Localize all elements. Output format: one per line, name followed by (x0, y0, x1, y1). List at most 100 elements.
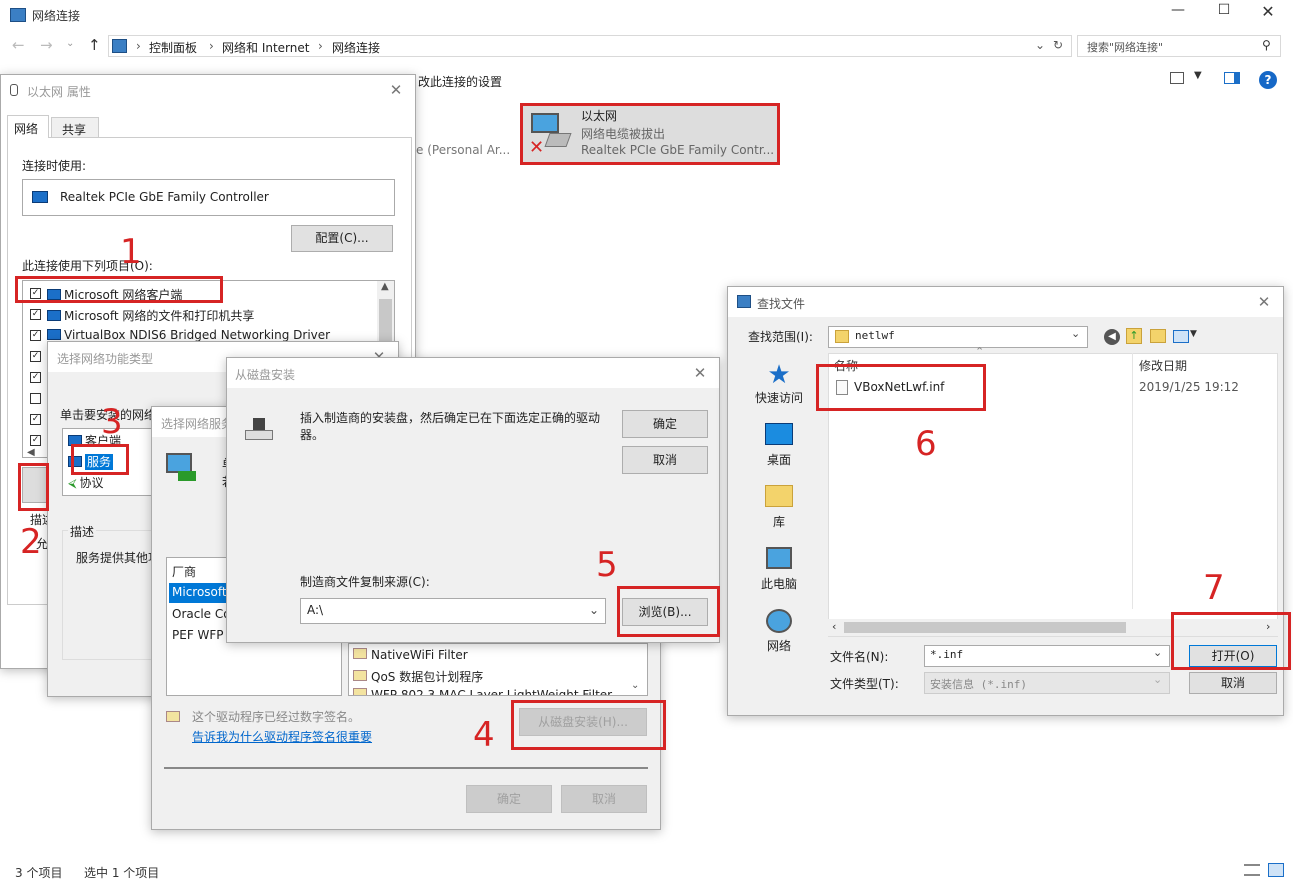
back-icon[interactable]: ◀ (1104, 329, 1120, 345)
view-menu-arrow-icon[interactable]: ▼ (1190, 329, 1197, 339)
scroll-down-icon[interactable]: ⌄ (631, 680, 639, 691)
breadcrumb-network-connections[interactable]: 网络连接 (332, 39, 380, 56)
window-title: 网络连接 (32, 9, 81, 23)
highlight-box-step3 (71, 444, 129, 475)
network-globe-icon (766, 609, 792, 633)
scroll-left-icon[interactable]: ◀ (27, 447, 35, 458)
look-in-value: netlwf (855, 329, 895, 342)
step-number-7: 7 (1203, 568, 1225, 608)
service-item-icon (353, 670, 367, 681)
up-folder-icon[interactable]: ↑ (1126, 328, 1142, 344)
checkbox[interactable]: ✓ (30, 414, 41, 425)
cancel-button[interactable]: 取消 (561, 785, 647, 813)
close-button[interactable]: ✕ (1251, 291, 1277, 313)
list-item[interactable]: VirtualBox NDIS6 Bridged Networking Driv… (47, 328, 330, 342)
back-icon[interactable]: ← (12, 36, 25, 54)
minimize-button[interactable]: — (1166, 2, 1190, 24)
checkbox[interactable] (30, 393, 41, 404)
place-this-pc[interactable]: 此电脑 (744, 547, 814, 592)
up-icon[interactable]: ↑ (88, 36, 101, 54)
toolbar-change-settings[interactable]: 改此连接的设置 (418, 73, 502, 90)
look-in-combo[interactable]: netlwf ⌄ (828, 326, 1088, 348)
sort-up-icon: ⌃ (975, 345, 985, 358)
cancel-button[interactable]: 取消 (622, 446, 708, 474)
vendor-item[interactable]: Oracle Co (172, 607, 228, 621)
description-text: 服务提供其他功 (76, 551, 161, 565)
details-view-icon[interactable] (1244, 864, 1260, 876)
breadcrumb-control-panel[interactable]: 控制面板 (149, 39, 197, 56)
help-icon[interactable]: ? (1259, 71, 1277, 89)
copy-source-combo[interactable]: A:\ ⌄ (300, 598, 606, 624)
vendor-header: 厂商 (172, 565, 197, 579)
connect-using-label: 连接时使用: (22, 159, 87, 173)
item-label: Microsoft 网络的文件和打印机共享 (64, 309, 255, 323)
protocol-icon: ⮘ (68, 476, 77, 490)
place-label: 桌面 (766, 453, 791, 467)
checkbox[interactable]: ✓ (30, 372, 41, 383)
scroll-left-icon[interactable]: ‹ (832, 620, 836, 633)
maximize-button[interactable]: ☐ (1212, 2, 1236, 24)
close-button[interactable]: ✕ (1256, 2, 1280, 24)
recent-dropdown-icon[interactable]: ⌄ (66, 38, 74, 49)
close-button[interactable]: ✕ (383, 79, 409, 101)
search-box[interactable]: 搜索"网络连接" ⚲ (1077, 35, 1281, 57)
forward-icon[interactable]: → (40, 36, 53, 54)
vendor-item-selected[interactable]: Microsoft (169, 583, 229, 603)
checkbox[interactable]: ✓ (30, 309, 41, 320)
filetype-combo[interactable]: 安装信息 (*.inf) ⌄ (924, 672, 1170, 694)
large-icons-view-icon[interactable] (1268, 863, 1284, 877)
checkbox[interactable]: ✓ (30, 435, 41, 446)
service-item-icon (353, 648, 367, 659)
list-item[interactable]: Microsoft 网络的文件和打印机共享 (47, 307, 254, 324)
service-item[interactable]: QoS 数据包计划程序 (353, 668, 483, 685)
vendor-item[interactable]: PEF WFP (172, 628, 228, 642)
view-options-icon[interactable] (1170, 72, 1184, 84)
preview-pane-icon[interactable] (1224, 72, 1240, 84)
highlight-box-step6 (816, 364, 986, 411)
place-desktop[interactable]: 桌面 (744, 423, 814, 468)
partial-adapter-label: e (Personal Ar... (416, 143, 511, 157)
filename-combo[interactable]: *.inf ⌄ (924, 645, 1170, 667)
ok-button[interactable]: 确定 (622, 410, 708, 438)
address-bar[interactable]: › 控制面板 › 网络和 Internet › 网络连接 ⌄ ↻ (108, 35, 1072, 57)
chevron-down-icon: ⌄ (589, 603, 600, 617)
place-quick-access[interactable]: ★ 快速访问 (744, 361, 814, 406)
ok-button[interactable]: 确定 (466, 785, 552, 813)
dialog-title: 从磁盘安装 (227, 358, 719, 388)
signed-text: 这个驱动程序已经过数字签名。 (192, 710, 361, 724)
desktop-icon (765, 423, 793, 445)
service-item[interactable]: NativeWiFi Filter (353, 648, 468, 662)
scroll-up-icon: ▲ (381, 281, 389, 292)
type-label: 协议 (79, 476, 104, 490)
type-protocol[interactable]: ⮘ 协议 (68, 474, 104, 491)
place-label: 网络 (766, 639, 791, 653)
adapter-name: Realtek PCIe GbE Family Controller (60, 190, 269, 204)
refresh-icon[interactable]: ↻ (1053, 38, 1063, 52)
breadcrumb-network-internet[interactable]: 网络和 Internet (222, 39, 309, 56)
driver-signing-link[interactable]: 告诉我为什么驱动程序签名很重要 (192, 728, 372, 745)
checkbox[interactable]: ✓ (30, 351, 41, 362)
step-number-5: 5 (596, 545, 618, 585)
highlight-box-step2 (18, 463, 49, 511)
tab-share[interactable]: 共享 (51, 117, 99, 138)
step-number-3: 3 (101, 402, 123, 442)
column-date[interactable]: 修改日期 (1139, 357, 1187, 374)
checkbox[interactable]: ✓ (30, 330, 41, 341)
cancel-button[interactable]: 取消 (1189, 672, 1277, 694)
address-dropdown-icon[interactable]: ⌄ (1035, 38, 1045, 52)
configure-button[interactable]: 配置(C)... (291, 225, 393, 252)
view-dropdown-icon[interactable]: ▼ (1194, 70, 1202, 81)
explorer-title-icon (10, 8, 26, 22)
place-network[interactable]: 网络 (744, 609, 814, 654)
service-label: WFP 802.3 MAC Layer LightWeight Filter (371, 688, 613, 696)
new-folder-icon[interactable] (1150, 329, 1166, 343)
place-libraries[interactable]: 库 (744, 485, 814, 530)
place-label: 库 (772, 515, 785, 529)
close-button[interactable]: ✕ (687, 362, 713, 384)
view-menu-icon[interactable] (1173, 330, 1189, 343)
service-list: NativeWiFi Filter QoS 数据包计划程序 WFP 802.3 … (348, 643, 648, 696)
vendor-label: Microsoft (172, 585, 227, 599)
status-item-count: 3 个项目 (15, 866, 63, 880)
service-item[interactable]: WFP 802.3 MAC Layer LightWeight Filter (353, 688, 613, 696)
tab-network[interactable]: 网络 (7, 115, 49, 138)
